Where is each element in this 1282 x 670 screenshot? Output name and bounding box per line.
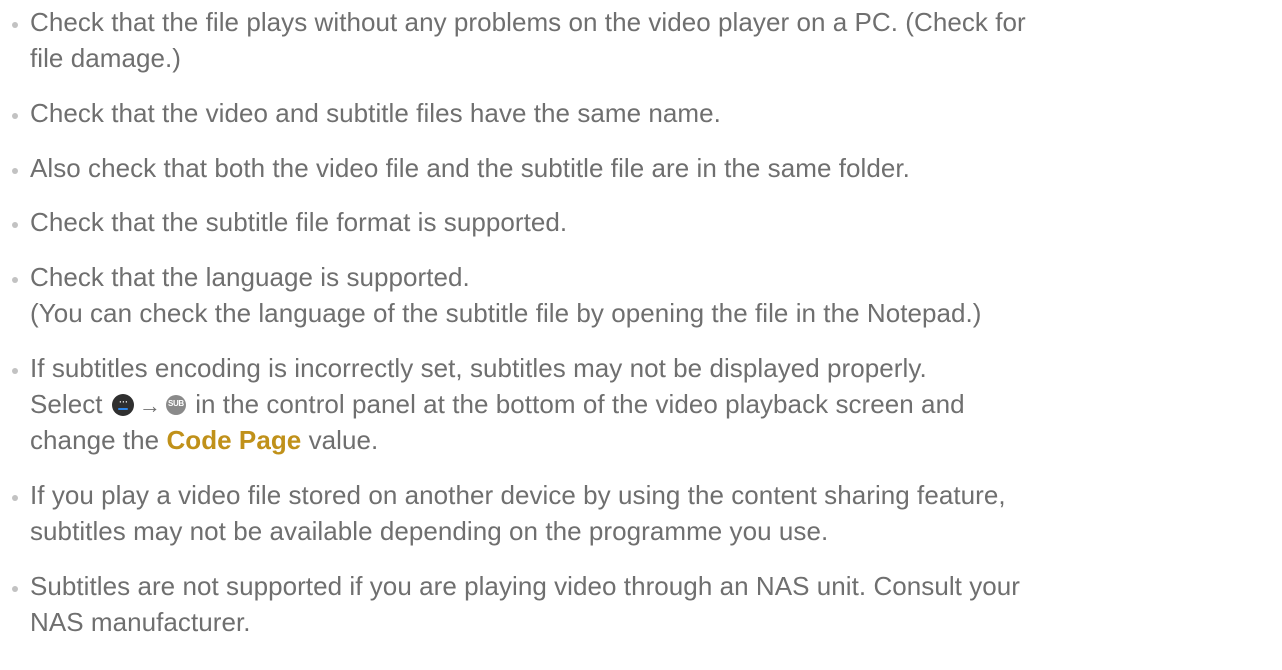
list-item-text: Check that the subtitle file format is s… — [30, 207, 568, 237]
list-item-file-playback: Check that the file plays without any pr… — [30, 4, 1275, 76]
list-item-text: Check that the video and subtitle files … — [30, 98, 721, 128]
bullet-icon — [12, 113, 18, 119]
list-item-nas: Subtitles are not supported if you are p… — [30, 568, 1275, 640]
list-item-text: If subtitles encoding is incorrectly set… — [30, 353, 927, 383]
bullet-icon — [12, 168, 18, 174]
list-item-format-supported: Check that the subtitle file format is s… — [30, 204, 1275, 240]
list-item-text: (You can check the language of the subti… — [30, 298, 982, 328]
list-item-text: Check that the file plays without any pr… — [30, 7, 1026, 37]
list-item-content-sharing: If you play a video file stored on anoth… — [30, 477, 1275, 549]
list-item-text: Check that the language is supported. — [30, 262, 470, 292]
list-item-language-supported: Check that the language is supported. (Y… — [30, 259, 1275, 331]
bullet-icon — [12, 22, 18, 28]
bullet-icon — [12, 495, 18, 501]
list-item-text-with-highlight: change the Code Page value. — [30, 422, 1275, 458]
list-item-text: If you play a video file stored on anoth… — [30, 480, 1006, 510]
value-text: value. — [308, 425, 379, 455]
list-item-text: Also check that both the video file and … — [30, 153, 910, 183]
bullet-icon — [12, 368, 18, 374]
change-text: change the — [30, 425, 160, 455]
subtitle-icon: SUB — [165, 395, 186, 415]
list-item-same-name: Check that the video and subtitle files … — [30, 95, 1275, 131]
more-options-icon: ··· — [111, 394, 134, 416]
list-item-text: subtitles may not be available depending… — [30, 516, 829, 546]
list-item-text-with-icons: Select ··· → SUB in the control panel at t… — [30, 386, 1275, 422]
more-options-glyph: ··· — [118, 394, 128, 408]
control-panel-text: in the control panel at the bottom of th… — [195, 389, 965, 419]
list-item-text: file damage.) — [30, 43, 181, 73]
list-item-text: Subtitles are not supported if you are p… — [30, 571, 1021, 601]
code-page-highlight: Code Page — [166, 425, 302, 455]
list-item-same-folder: Also check that both the video file and … — [30, 150, 1275, 186]
select-text: Select — [30, 389, 103, 419]
subtitle-icon-label: SUB — [168, 399, 184, 408]
bullet-icon — [12, 222, 18, 228]
arrow-right-icon: → — [138, 393, 161, 418]
list-item-text: NAS manufacturer. — [30, 607, 251, 637]
list-item-encoding: If subtitles encoding is incorrectly set… — [30, 350, 1275, 458]
bullet-icon — [12, 277, 18, 283]
bullet-icon — [12, 586, 18, 592]
